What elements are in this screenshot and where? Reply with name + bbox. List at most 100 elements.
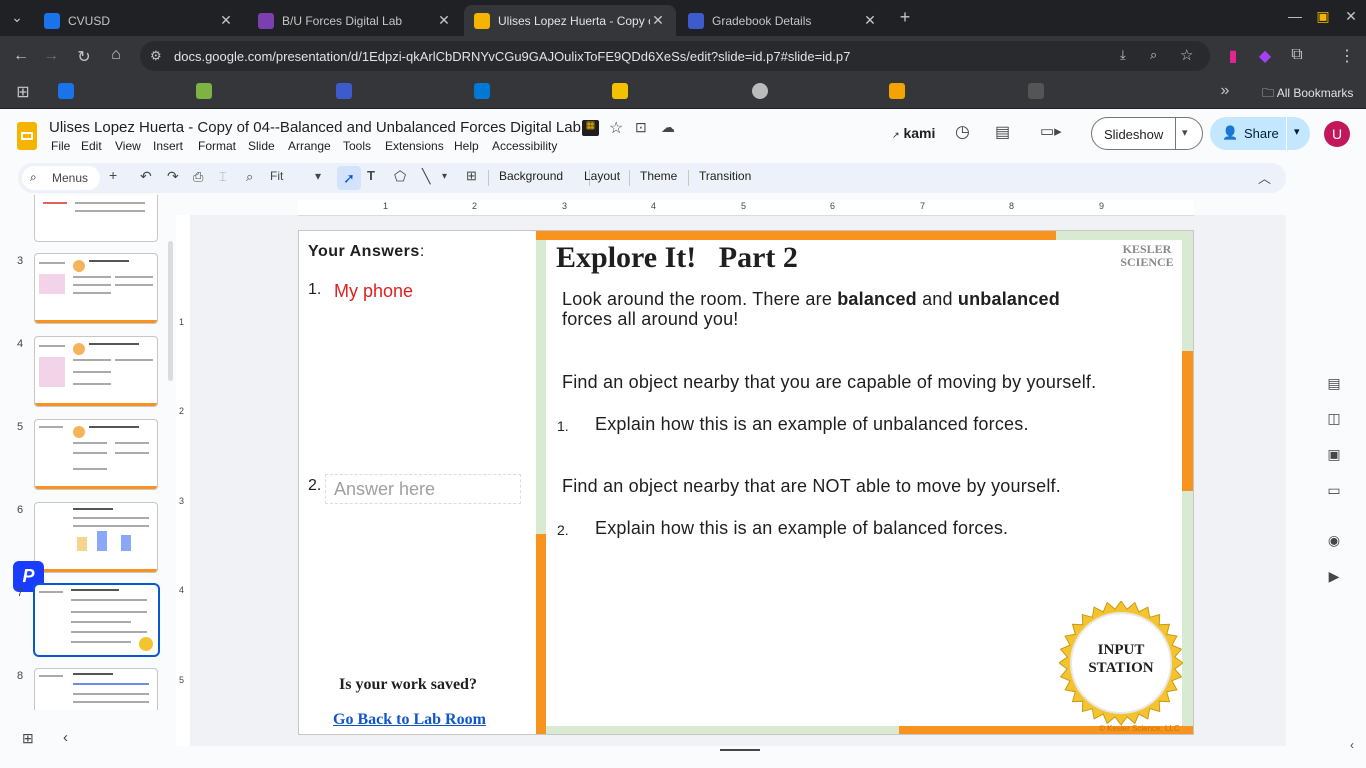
home-icon[interactable]: ⌂ [105, 46, 127, 64]
more-bookmarks-icon[interactable]: » [1214, 82, 1236, 100]
account-avatar[interactable]: U [1324, 121, 1350, 147]
layout-button[interactable]: Layout [584, 169, 620, 183]
record-icon[interactable]: ◉ [1324, 532, 1344, 552]
menu-insert[interactable]: Insert [153, 139, 183, 153]
close-icon[interactable]: ✕ [650, 12, 666, 29]
meet-camera-icon[interactable]: ▭▸ [1040, 122, 1062, 140]
zoom-select[interactable]: Fit ▾ [270, 169, 326, 183]
bookmark-8-icon[interactable] [1028, 83, 1044, 99]
menu-file[interactable]: File [51, 139, 70, 153]
slide-thumbnail-7-selected[interactable] [33, 583, 160, 657]
answer-2-textbox[interactable]: Answer here [325, 474, 521, 504]
close-icon[interactable]: ✕ [436, 12, 452, 29]
line-dropdown-icon[interactable]: ▾ [442, 171, 447, 182]
menu-slide[interactable]: Slide [248, 139, 275, 153]
slide-thumbnail-6[interactable] [34, 502, 158, 573]
minimize-icon[interactable]: — [1284, 8, 1306, 24]
all-bookmarks-folder[interactable]: 🗀 All Bookmarks [1262, 84, 1353, 105]
comment-add-icon[interactable]: ⊞ [466, 168, 477, 184]
answer-1-textbox[interactable]: My phone [325, 281, 521, 443]
transition-button[interactable]: Transition [699, 169, 751, 183]
slide-thumbnail-2[interactable] [34, 195, 158, 242]
filmstrip-scrollbar[interactable] [168, 241, 173, 381]
window-close-icon[interactable]: ✕ [1340, 8, 1362, 25]
kebab-menu-icon[interactable]: ⋮ [1336, 46, 1358, 66]
grid-view-icon[interactable]: ⊞ [22, 730, 34, 747]
close-icon[interactable]: ✕ [862, 12, 878, 29]
slides-logo-icon[interactable] [17, 122, 37, 150]
menu-tools[interactable]: Tools [343, 139, 371, 153]
extension-purple-icon[interactable]: ◆ [1254, 46, 1276, 66]
theme-button[interactable]: Theme [640, 169, 677, 183]
text-box-icon[interactable]: T [367, 168, 375, 183]
menu-format[interactable]: Format [198, 139, 236, 153]
menu-accessibility[interactable]: Accessibility [492, 139, 557, 153]
undo-icon[interactable]: ↶ [140, 168, 152, 185]
tab-slides-active[interactable]: Ulises Lopez Huerta - Copy of 0 ✕ [464, 5, 676, 36]
document-title[interactable]: Ulises Lopez Huerta - Copy of 04--Balanc… [49, 119, 581, 136]
tab-search-icon[interactable]: ⌄ [6, 9, 28, 26]
new-tab-plus-icon[interactable]: + [894, 7, 916, 28]
video-icon[interactable]: ▶ [1324, 568, 1344, 588]
reload-icon[interactable]: ↻ [73, 47, 95, 67]
bookmark-outlook-icon[interactable] [474, 83, 490, 99]
zoom-magnifier-icon[interactable]: ⌕ [246, 169, 253, 185]
menus-search[interactable]: ⌕ Menus [22, 166, 100, 190]
bookmark-7-icon[interactable] [889, 83, 905, 99]
new-slide-plus-icon[interactable]: + [109, 167, 117, 183]
bookmark-1-icon[interactable] [58, 83, 74, 99]
apps-grid-icon[interactable]: ⊞ [12, 82, 34, 102]
share-dropdown-icon[interactable]: ▾ [1294, 125, 1300, 138]
back-arrow-icon[interactable]: ← [10, 47, 32, 65]
bookmark-2-icon[interactable] [196, 83, 212, 99]
slides-format-icon[interactable]: ▦ [582, 120, 599, 136]
slide-thumbnail-5[interactable] [34, 419, 158, 490]
close-icon[interactable]: ✕ [218, 12, 234, 29]
cloud-status-icon[interactable]: ☁ [661, 119, 675, 136]
menu-arrange[interactable]: Arrange [288, 139, 331, 153]
image-shape-icon[interactable]: ⬠ [394, 168, 406, 185]
site-info-icon[interactable]: ⚙ [150, 48, 162, 64]
bookmark-star-icon[interactable]: ☆ [1180, 46, 1193, 64]
star-icon[interactable]: ☆ [609, 118, 623, 138]
address-bar[interactable]: ⚙ docs.google.com/presentation/d/1Edpzi-… [140, 41, 1210, 71]
slideshow-dropdown-icon[interactable]: ▾ [1182, 126, 1188, 139]
current-slide[interactable]: Your Answers: 1. My phone 2. Answer here… [298, 230, 1194, 735]
extensions-puzzle-icon[interactable]: ⧉ [1286, 46, 1308, 64]
speaker-notes-handle[interactable] [720, 749, 760, 751]
bookmark-6-icon[interactable] [752, 83, 768, 99]
back-to-lab-link[interactable]: Go Back to Lab Room [333, 711, 486, 729]
menu-view[interactable]: View [115, 139, 141, 153]
tab-gradebook[interactable]: Gradebook Details ✕ [678, 5, 888, 36]
select-cursor-icon[interactable]: ➚ [337, 166, 361, 190]
install-icon[interactable]: ⤓ [1120, 47, 1126, 63]
bookmark-5-icon[interactable] [612, 83, 628, 99]
print-icon[interactable]: ⎙ [193, 169, 203, 185]
zoom-icon[interactable]: ⌕ [1150, 47, 1157, 63]
share-button[interactable]: 👤 Share ▾ [1210, 117, 1310, 150]
menu-extensions[interactable]: Extensions [385, 139, 444, 153]
comments-icon[interactable]: ▤ [995, 122, 1010, 142]
slide-thumbnail-8[interactable] [34, 668, 158, 710]
collapse-filmstrip-icon[interactable]: ‹ [63, 729, 68, 746]
drive-folder-icon[interactable]: ▭ [1324, 482, 1344, 502]
bookmark-3-icon[interactable] [336, 83, 352, 99]
kami-button[interactable]: ↗ kami [892, 125, 935, 141]
version-history-icon[interactable]: ◷ [955, 122, 970, 142]
menu-help[interactable]: Help [454, 139, 479, 153]
slide-thumbnail-4[interactable] [34, 336, 158, 407]
background-button[interactable]: Background [499, 169, 563, 183]
keep-notes-icon[interactable]: ▤ [1324, 375, 1344, 395]
tasks-icon[interactable]: ◫ [1324, 410, 1344, 430]
collapse-toolbar-icon[interactable]: ︿ [1258, 168, 1271, 187]
tab-cvusd[interactable]: CVUSD ✕ [34, 5, 244, 36]
slide-thumbnail-3[interactable] [34, 253, 158, 324]
extension-pink-icon[interactable]: ▮ [1222, 46, 1244, 66]
restore-icon[interactable]: ▣ [1312, 8, 1334, 25]
slideshow-button[interactable]: Slideshow ▾ [1091, 117, 1203, 150]
menu-edit[interactable]: Edit [81, 139, 102, 153]
forward-arrow-icon[interactable]: → [40, 47, 62, 65]
redo-icon[interactable]: ↷ [167, 168, 179, 185]
line-icon[interactable]: ╲ [422, 168, 430, 185]
paint-format-icon[interactable]: ⌶ [219, 169, 227, 185]
